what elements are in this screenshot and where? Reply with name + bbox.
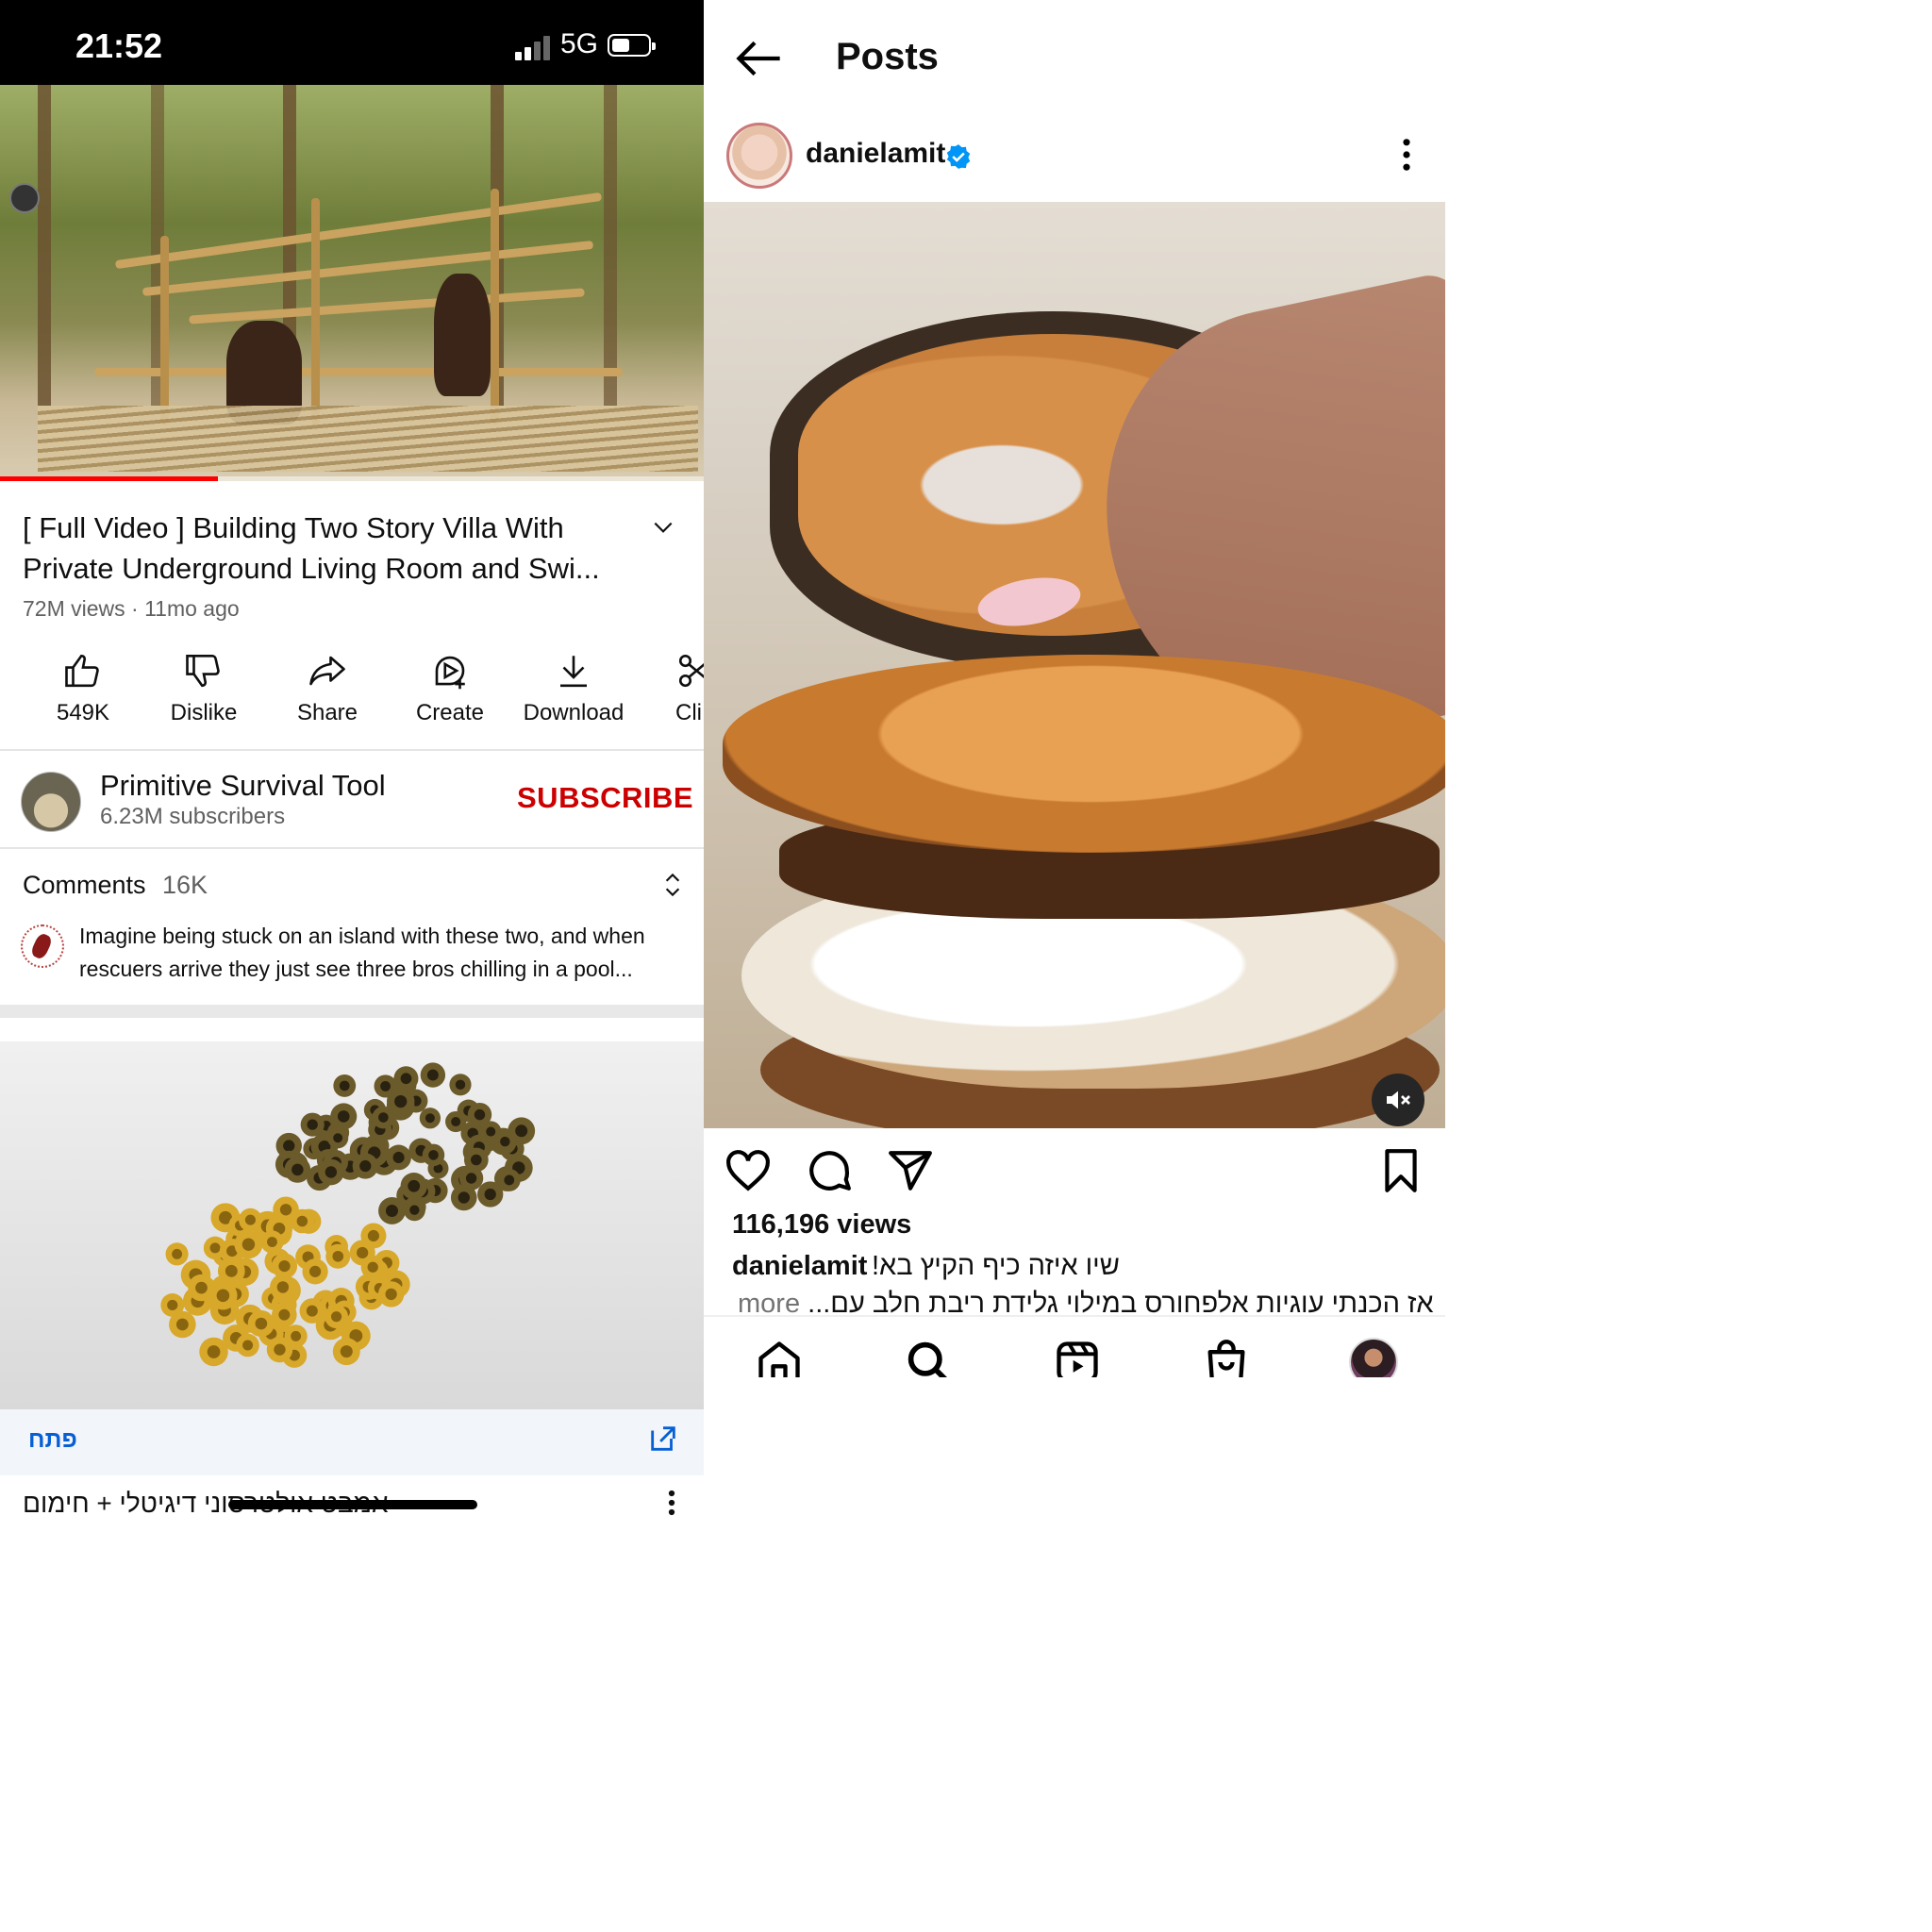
video-title[interactable]: [ Full Video ] Building Two Story Villa …	[23, 508, 645, 589]
comments-title: Comments	[23, 871, 146, 899]
more-vert-icon[interactable]	[666, 1489, 677, 1517]
send-icon[interactable]	[887, 1147, 934, 1194]
top-comment: Imagine being stuck on an island with th…	[79, 924, 645, 981]
search-icon[interactable]	[904, 1338, 953, 1377]
profile-avatar[interactable]	[1349, 1338, 1398, 1377]
video-meta: 72M views · 11mo ago	[23, 596, 240, 621]
share-icon	[309, 656, 345, 686]
bookmark-icon[interactable]	[1377, 1147, 1424, 1194]
create-icon	[435, 656, 465, 690]
nav-divider	[704, 1315, 1445, 1317]
youtube-screen: 21:52 5G YouTube [ Full Video ] Building…	[0, 0, 704, 1538]
thumbs-up-icon	[65, 654, 99, 688]
video-player[interactable]: YouTube	[0, 85, 704, 481]
share-label: Share	[296, 700, 358, 725]
like-button[interactable]: 549K	[26, 651, 140, 726]
download-label: Download	[523, 700, 625, 725]
create-label: Create	[415, 700, 485, 725]
battery-icon	[608, 34, 656, 57]
subscribe-button[interactable]: SUBSCRIBE	[517, 781, 693, 815]
comment-icon[interactable]	[806, 1147, 853, 1194]
channel-name[interactable]: Primitive Survival Tool	[100, 769, 386, 803]
instagram-screen: Posts danielamit 116,196 views danielami…	[704, 0, 1445, 1377]
subscriber-count: 6.23M subscribers	[100, 804, 286, 829]
section-divider	[0, 1005, 704, 1018]
reels-icon[interactable]	[1053, 1338, 1102, 1377]
commenter-avatar	[21, 924, 64, 968]
speaker-muted-icon	[1387, 1091, 1410, 1109]
home-icon[interactable]	[755, 1338, 804, 1377]
ad-open-button[interactable]: פתח	[28, 1426, 77, 1454]
caption-text: שיו איזה כיף הקיץ בא!	[872, 1251, 1120, 1281]
channel-avatar[interactable]	[21, 772, 81, 832]
caption-line-2[interactable]: more אז הכנתי עוגיות אלפחורס במילוי גליד…	[738, 1289, 1445, 1317]
ad-action-bar	[0, 1409, 704, 1475]
download-button[interactable]: Download	[515, 651, 632, 726]
dislike-button[interactable]: Dislike	[147, 651, 260, 726]
more-options-icon[interactable]	[1402, 138, 1411, 172]
comments-count: 16K	[162, 871, 208, 899]
thumbs-down-icon	[186, 654, 220, 688]
share-button[interactable]: Share	[271, 651, 384, 726]
dislike-label: Dislike	[170, 700, 238, 725]
divider	[0, 749, 704, 751]
username[interactable]: danielamit	[806, 138, 945, 170]
eyelets-image	[160, 1062, 536, 1368]
verified-badge-icon	[946, 144, 971, 169]
clip-icon	[678, 654, 704, 688]
clip-button[interactable]: Cli	[660, 651, 704, 726]
view-count: 116,196 views	[732, 1209, 912, 1240]
caption-continued: אז הכנתי עוגיות אלפחורס במילוי גלידת ריב…	[808, 1289, 1434, 1317]
expand-icon[interactable]	[660, 870, 685, 900]
channel-watermark	[9, 183, 40, 213]
external-link-icon[interactable]	[647, 1423, 679, 1455]
signal-icon	[515, 36, 553, 60]
action-bar: 549K Dislike Share Create Download Cli	[0, 651, 704, 745]
create-button[interactable]: Create	[393, 651, 507, 726]
mute-button[interactable]	[1372, 1074, 1424, 1126]
chevron-down-icon[interactable]	[651, 515, 675, 540]
video-progress-bar[interactable]	[0, 476, 704, 481]
shop-icon[interactable]	[1202, 1338, 1251, 1377]
person-carrying	[434, 274, 491, 396]
status-bar: 21:52 5G	[0, 0, 704, 85]
download-icon	[560, 656, 587, 688]
network-type: 5G	[560, 28, 599, 59]
clip-label: Cli	[675, 700, 702, 725]
caption-username[interactable]: danielamit	[732, 1251, 867, 1282]
divider	[0, 847, 704, 849]
home-indicator	[228, 1500, 477, 1509]
user-avatar[interactable]	[726, 123, 792, 189]
back-arrow-icon[interactable]	[736, 40, 783, 77]
ad-image[interactable]	[0, 1041, 704, 1409]
cookie	[723, 655, 1445, 853]
post-video[interactable]	[704, 202, 1445, 1128]
page-title: Posts	[836, 36, 939, 77]
heart-icon[interactable]	[724, 1147, 772, 1194]
more-link[interactable]: more	[738, 1289, 800, 1317]
status-time: 21:52	[75, 26, 163, 65]
like-count: 549K	[56, 700, 110, 725]
